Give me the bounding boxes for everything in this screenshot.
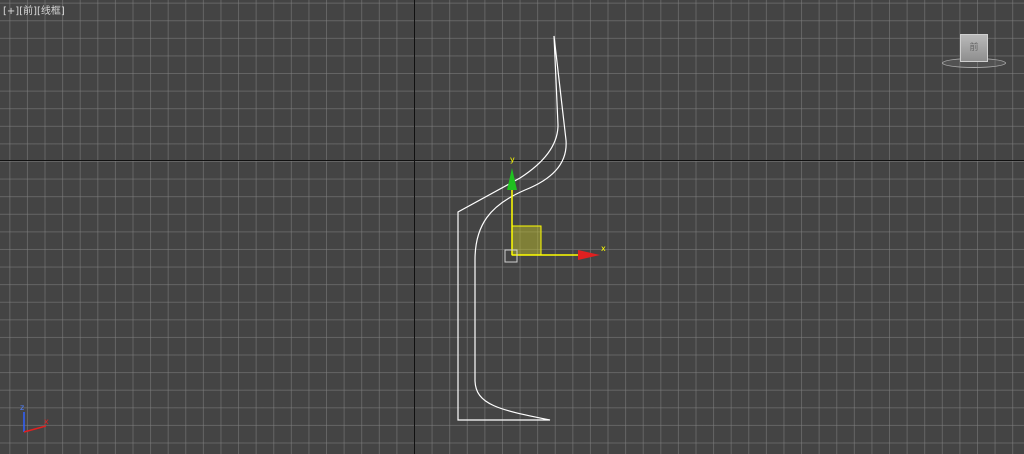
axis-tripod-icon: z x [20,403,49,433]
gizmo-y-label: y [510,155,515,164]
gizmo-x-label: x [601,244,606,253]
tripod-z-label: z [20,403,24,412]
tripod-x-label: x [44,417,49,426]
viewcube-front-face[interactable]: 前 [960,34,988,62]
gizmo-y-arrow[interactable] [507,168,517,190]
front-viewport[interactable]: [+][前][线框] y x z x 前 [0,0,1024,454]
gizmo-x-arrow[interactable] [578,250,600,260]
gizmo-xy-plane-handle[interactable] [511,225,542,256]
tripod-x-axis [23,425,47,433]
scene-canvas: y x z x [20,35,606,433]
viewcube-icon[interactable]: 前 [942,34,1012,72]
